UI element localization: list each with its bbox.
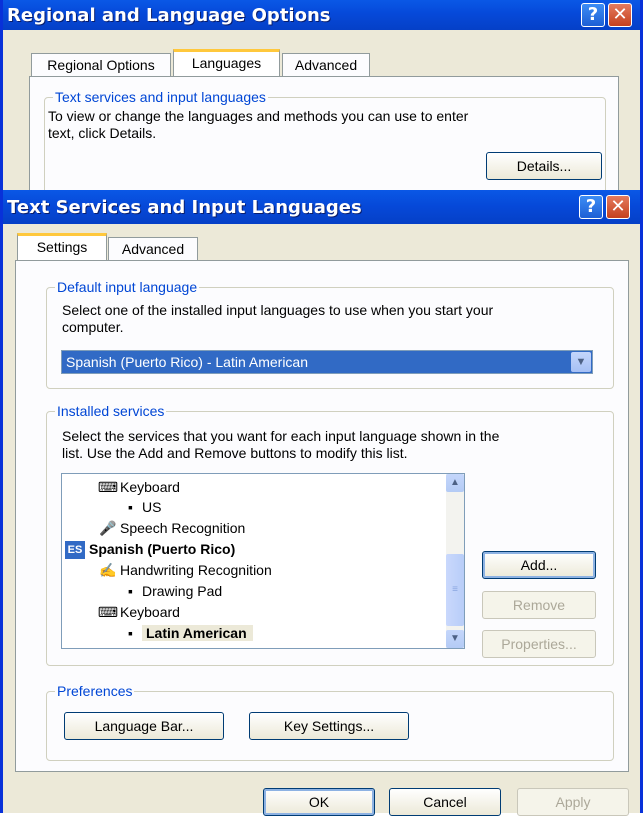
installed-services-description-1: Select the services that you want for ea… [62, 428, 500, 444]
list-item-speech-recognition[interactable]: 🎤 Speech Recognition [96, 518, 245, 538]
list-item-label: Spanish (Puerto Rico) [89, 541, 236, 557]
list-item-label: Keyboard [120, 604, 180, 620]
cancel-button[interactable]: Cancel [389, 788, 501, 816]
dialog-close-button[interactable]: ✕ [606, 195, 630, 219]
list-item-label: Handwriting Recognition [120, 562, 272, 578]
properties-button[interactable]: Properties... [482, 630, 596, 658]
back-window-title: Regional and Language Options [7, 4, 331, 26]
key-settings-button[interactable]: Key Settings... [249, 712, 409, 740]
list-item-latin-american[interactable]: ▪ Latin American [128, 623, 253, 643]
default-input-language-title: Default input language [55, 278, 200, 296]
tab-settings[interactable]: Settings [17, 233, 107, 261]
list-item-us[interactable]: ▪ US [128, 497, 161, 517]
back-window-titlebar[interactable]: Regional and Language Options [3, 0, 640, 30]
scroll-thumb[interactable]: ≡ [446, 554, 464, 626]
text-services-description-1: To view or change the languages and meth… [48, 108, 469, 124]
tab-advanced-back[interactable]: Advanced [282, 53, 370, 77]
text-services-description-2: text, click Details. [48, 125, 157, 141]
remove-button[interactable]: Remove [482, 591, 596, 619]
list-scrollbar[interactable]: ▲ ≡ ▼ [446, 474, 464, 648]
tab-advanced[interactable]: Advanced [108, 237, 198, 261]
list-item-handwriting-recognition[interactable]: ✍ Handwriting Recognition [96, 560, 272, 580]
list-item-spanish-puerto-rico[interactable]: ES Spanish (Puerto Rico) [65, 539, 236, 560]
default-language-value: Spanish (Puerto Rico) - Latin American [66, 354, 308, 370]
bullet-icon: ▪ [128, 583, 133, 599]
text-services-dialog: Text Services and Input Languages ? ✕ Se… [0, 190, 643, 816]
chevron-down-icon[interactable]: ▼ [571, 352, 591, 372]
regional-language-options-window: Regional and Language Options ? ✕ Region… [0, 0, 643, 197]
back-help-button[interactable]: ? [581, 3, 605, 27]
keyboard-icon: ⌨ [97, 604, 119, 620]
default-language-select[interactable]: Spanish (Puerto Rico) - Latin American ▼ [61, 350, 593, 374]
keyboard-icon: ⌨ [97, 479, 119, 495]
default-input-description-2: computer. [62, 319, 124, 335]
preferences-title: Preferences [55, 682, 135, 700]
bullet-icon: ▪ [128, 499, 133, 515]
installed-services-list[interactable]: ⌨ Keyboard ▪ US 🎤 Speech Recognition ES Span… [61, 473, 465, 649]
default-input-description-1: Select one of the installed input langua… [62, 302, 494, 318]
list-item-drawing-pad[interactable]: ▪ Drawing Pad [128, 581, 222, 601]
pen-icon: ✍ [99, 562, 117, 578]
list-item-label: Drawing Pad [142, 583, 223, 599]
add-button[interactable]: Add... [482, 551, 596, 579]
text-services-group: Text services and input languages To vie… [44, 88, 606, 197]
list-item-keyboard-us[interactable]: ⌨ Keyboard [96, 477, 180, 497]
scroll-up-icon[interactable]: ▲ [446, 474, 464, 492]
dialog-help-button[interactable]: ? [579, 195, 603, 219]
dialog-titlebar[interactable]: Text Services and Input Languages [3, 190, 640, 224]
back-tab-panel: Text services and input languages To vie… [29, 76, 619, 197]
microphone-icon: 🎤 [99, 520, 117, 536]
list-item-label: Speech Recognition [120, 520, 246, 536]
installed-services-description-2: list. Use the Add and Remove buttons to … [62, 445, 408, 461]
list-item-label: Keyboard [120, 479, 180, 495]
list-item-label: Latin American [142, 625, 253, 641]
apply-button[interactable]: Apply [517, 788, 629, 816]
list-item-label: US [142, 499, 162, 515]
scroll-down-icon[interactable]: ▼ [446, 630, 464, 648]
tab-regional-options[interactable]: Regional Options [31, 53, 171, 77]
language-badge: ES [65, 541, 85, 560]
list-item-keyboard-latin[interactable]: ⌨ Keyboard [96, 602, 180, 622]
back-close-button[interactable]: ✕ [608, 3, 632, 27]
installed-services-title: Installed services [55, 402, 167, 420]
ok-button[interactable]: OK [263, 788, 375, 816]
dialog-title: Text Services and Input Languages [7, 196, 362, 218]
bullet-icon: ▪ [128, 625, 133, 641]
details-button[interactable]: Details... [486, 152, 602, 180]
language-bar-button[interactable]: Language Bar... [64, 712, 224, 740]
text-services-group-title: Text services and input languages [53, 88, 268, 106]
tab-languages[interactable]: Languages [173, 49, 280, 77]
